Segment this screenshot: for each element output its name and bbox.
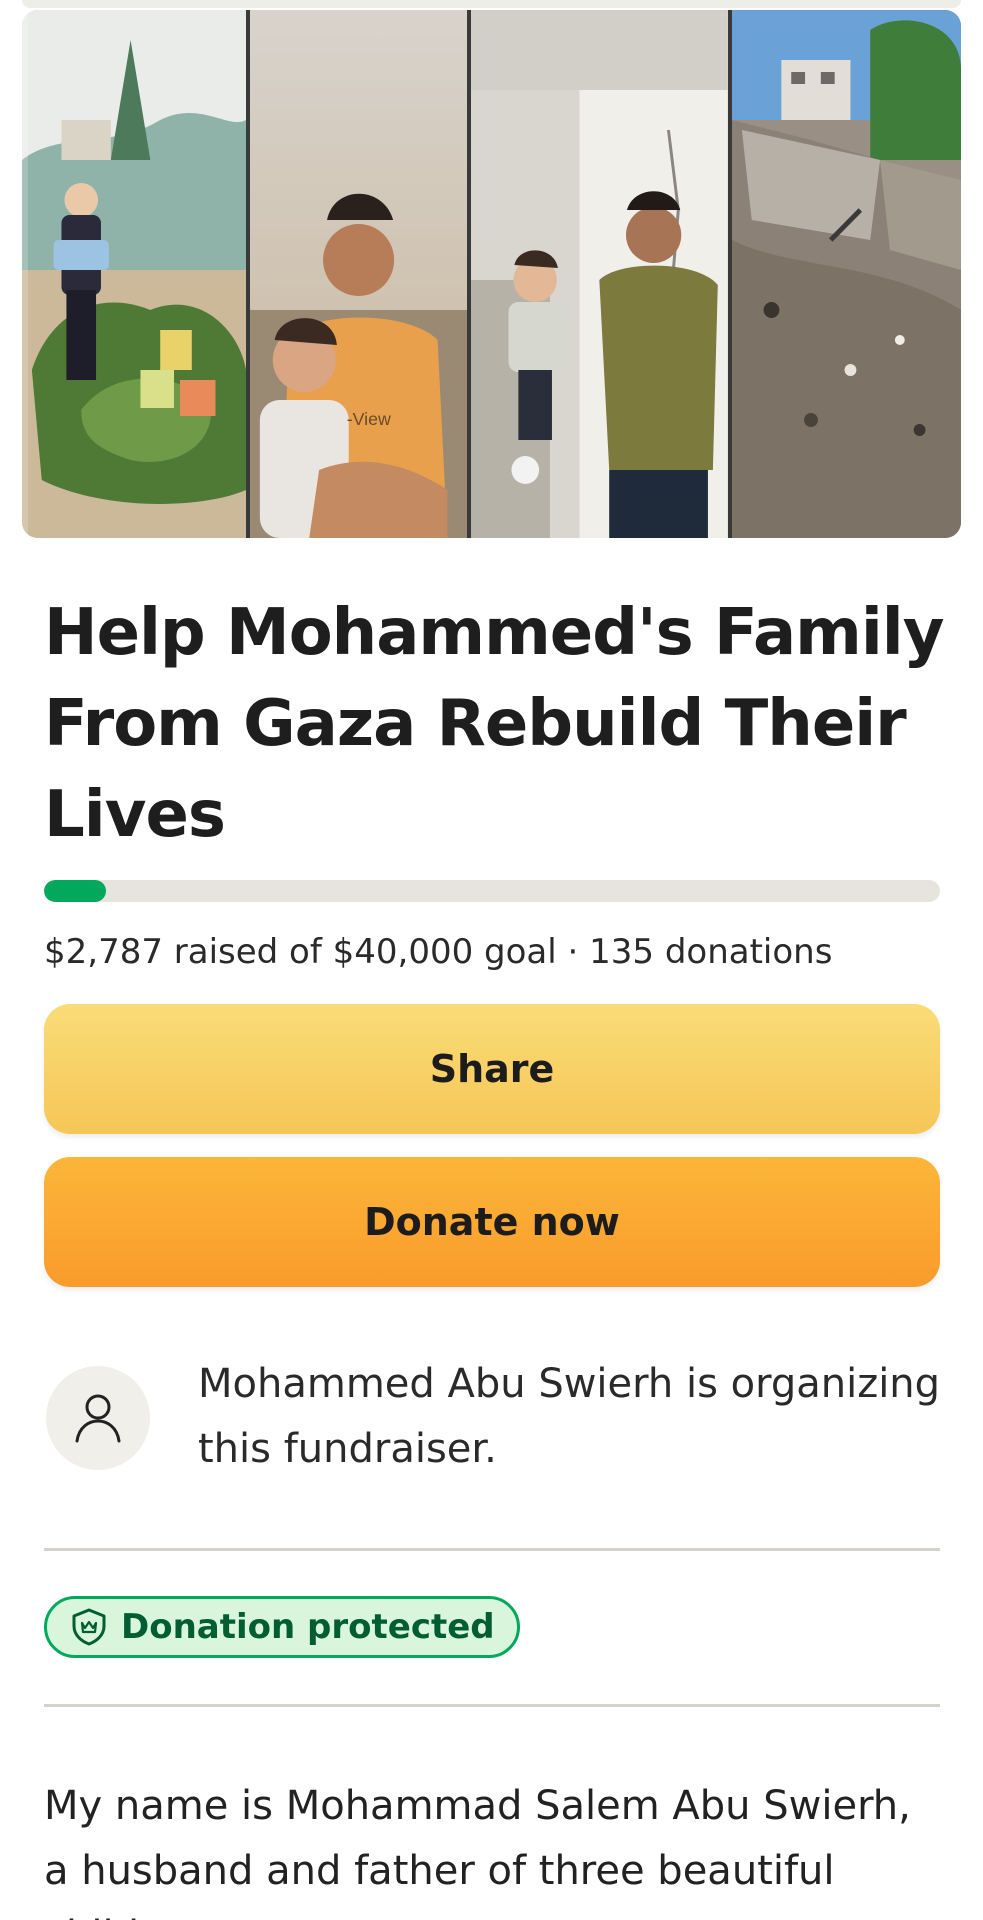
campaign-title: Help Mohammed's Family From Gaza Rebuild… [44,596,944,852]
divider [44,1704,940,1707]
campaign-story: My name is Mohammad Salem Abu Swierh, a … [44,1774,944,1920]
photo-destroyed-house [727,10,961,538]
photo-father-child-beach: -View [246,10,468,538]
photo-girl-with-books [22,10,247,538]
fundraising-stats: $2,787 raised of $40,000 goal · 135 dona… [44,932,833,972]
donation-protected-badge[interactable]: Donation protected [44,1596,520,1658]
campaign-photo-collage[interactable]: -View [22,10,961,538]
person-icon [75,1394,121,1443]
story-text: My name is Mohammad Salem Abu Swierh, a … [44,1783,911,1920]
photo-father-child-room [467,10,728,538]
shield-icon [72,1608,106,1646]
organizer-avatar[interactable] [46,1366,150,1470]
organizer-section: Mohammed Abu Swierh is organizing this f… [44,1360,940,1480]
fundraiser-page: -View Help Mohammed's Family From Gaza R… [0,0,983,1920]
donation-protected-label: Donation protected [121,1607,495,1647]
donate-now-button[interactable]: Donate now [44,1157,940,1287]
top-edge-strip [22,0,961,8]
organizer-text: Mohammed Abu Swierh is organizing this f… [198,1361,941,1472]
progress-bar-fill [44,880,107,902]
share-button[interactable]: Share [44,1004,940,1134]
divider [44,1548,940,1551]
svg-text:-View: -View [347,409,391,429]
progress-bar [44,880,940,902]
